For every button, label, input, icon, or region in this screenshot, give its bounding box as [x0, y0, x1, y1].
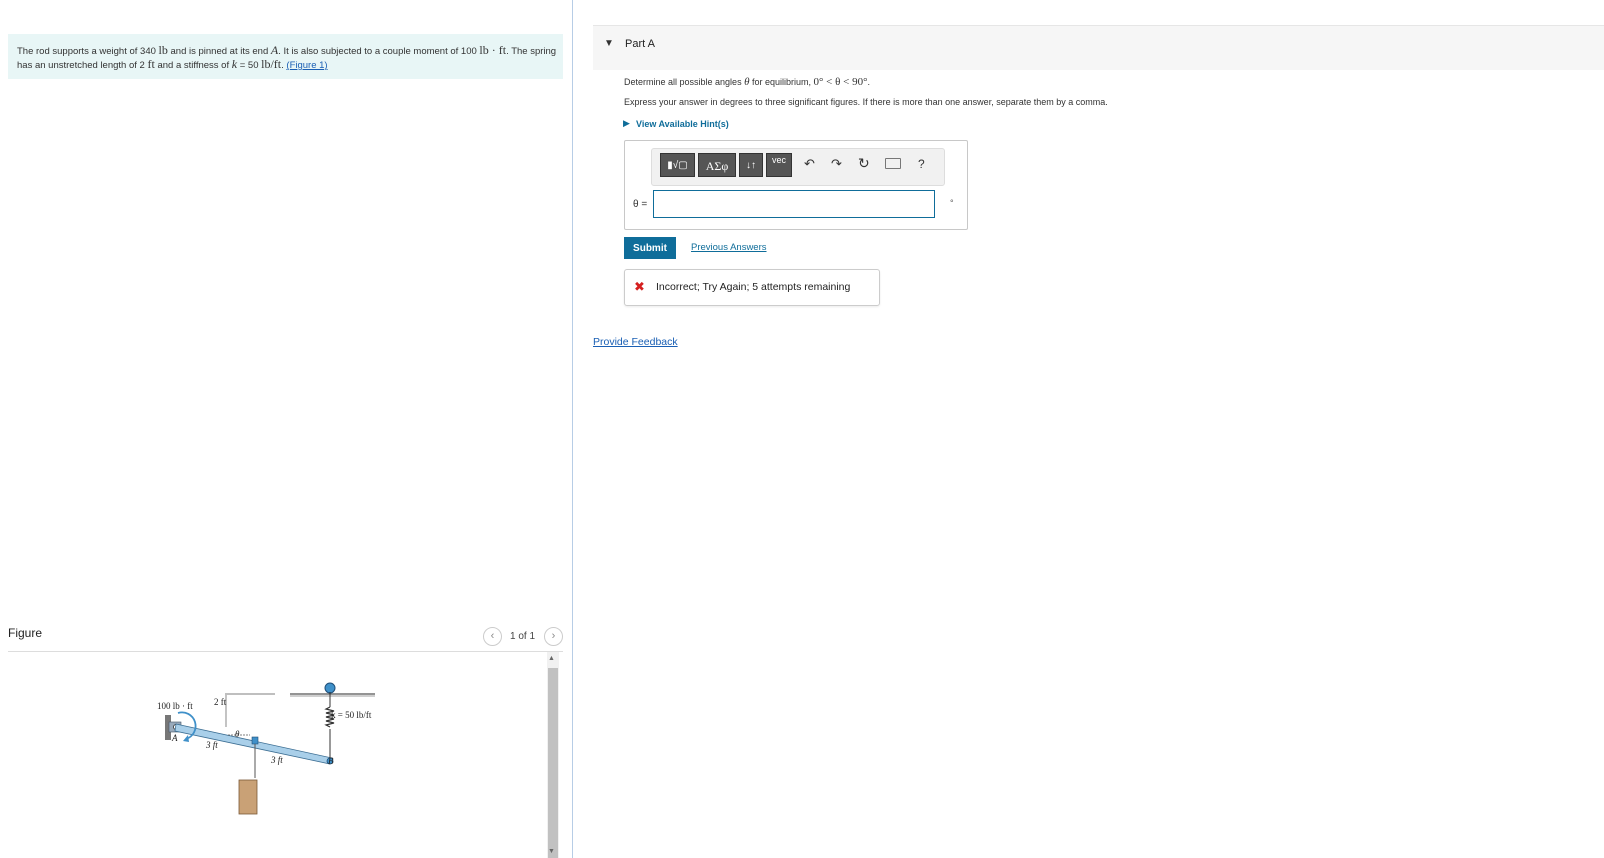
dim-2ft-label: 2 ft: [214, 697, 227, 707]
problem-text-3: . It is also subjected to a couple momen…: [278, 46, 480, 57]
moment-label: 100 lb · ft: [157, 701, 193, 711]
templates-button[interactable]: ▮√▢: [660, 153, 695, 177]
collapse-caret-icon[interactable]: ▼: [604, 38, 614, 49]
k-label: k = 50 lb/ft: [331, 710, 372, 720]
view-hints-link[interactable]: View Available Hint(s): [636, 119, 729, 129]
answer-input[interactable]: [653, 190, 935, 218]
help-icon[interactable]: ?: [918, 157, 925, 171]
question-mid: for equilibrium,: [749, 77, 814, 87]
incorrect-x-icon: ✖: [634, 279, 645, 294]
previous-answers-link[interactable]: Previous Answers: [691, 242, 767, 253]
moment-arrowhead: [183, 735, 189, 742]
instruction-text: Express your answer in degrees to three …: [624, 97, 1108, 107]
provide-feedback-link[interactable]: Provide Feedback: [593, 336, 678, 348]
subscript-superscript-button[interactable]: ↓↑: [739, 153, 763, 177]
chevron-left-icon: ‹: [490, 630, 495, 642]
unit-ft: ft: [147, 57, 155, 71]
question-range: 0° < θ < 90°: [813, 76, 868, 88]
column-divider: [572, 0, 573, 858]
problem-statement: The rod supports a weight of 340 lb and …: [17, 44, 557, 72]
hanger-collar: [251, 736, 259, 745]
point-b-label: B: [328, 756, 334, 766]
scroll-down-icon[interactable]: ▼: [548, 848, 555, 855]
submit-button[interactable]: Submit: [624, 237, 676, 259]
expand-hint-icon[interactable]: ▶: [623, 118, 630, 129]
chevron-right-icon: ›: [551, 630, 556, 642]
figure-scrollbar-thumb[interactable]: [548, 668, 558, 858]
reset-icon[interactable]: ↻: [858, 155, 870, 172]
figure-next-button[interactable]: ›: [544, 627, 563, 646]
vector-button[interactable]: vec: [766, 153, 792, 177]
problem-text-6: = 50: [237, 60, 262, 71]
rod-spring-diagram: 100 lb · ft 2 ft 3 ft 3 ft θ A B k = 50 …: [157, 682, 375, 815]
undo-icon[interactable]: ↶: [804, 156, 815, 172]
problem-text-2: and is pinned at its end: [167, 46, 271, 57]
keyboard-icon[interactable]: [885, 158, 901, 169]
figure-label: Figure: [8, 626, 43, 640]
point-a-label: A: [171, 733, 178, 743]
figure-counter: 1 of 1: [510, 631, 536, 642]
dim-3ft-a-label: 3 ft: [205, 740, 218, 750]
greek-symbols-button[interactable]: ΑΣφ: [698, 153, 736, 177]
figure-prev-button[interactable]: ‹: [483, 627, 502, 646]
question-text: Determine all possible angles θ for equi…: [624, 76, 870, 88]
unit-lb-ft: lb · ft: [479, 43, 507, 57]
problem-text-1: The rod supports a weight of 340: [17, 46, 159, 57]
unit-lb: lb: [158, 43, 168, 57]
figure-link[interactable]: (Figure 1): [286, 60, 327, 71]
question-suffix: .: [867, 77, 871, 87]
figure-separator: [8, 651, 563, 652]
scroll-up-icon[interactable]: ▲: [548, 655, 555, 662]
unit-lb-per-ft: lb/ft: [261, 57, 282, 71]
dim-3ft-b-label: 3 ft: [270, 755, 283, 765]
part-a-header[interactable]: [593, 25, 1604, 70]
redo-icon[interactable]: ↷: [831, 156, 842, 172]
spring-anchor-pin: [324, 682, 336, 694]
theta-label: θ: [235, 729, 240, 739]
problem-text-5: and a stiffness of: [154, 60, 232, 71]
answer-variable-label: θ =: [633, 199, 648, 210]
part-title: Part A: [625, 38, 655, 50]
weight-block: [238, 779, 258, 815]
feedback-message: Incorrect; Try Again; 5 attempts remaini…: [656, 281, 851, 293]
degree-unit: °: [950, 198, 954, 208]
question-prefix: Determine all possible angles: [624, 77, 745, 87]
